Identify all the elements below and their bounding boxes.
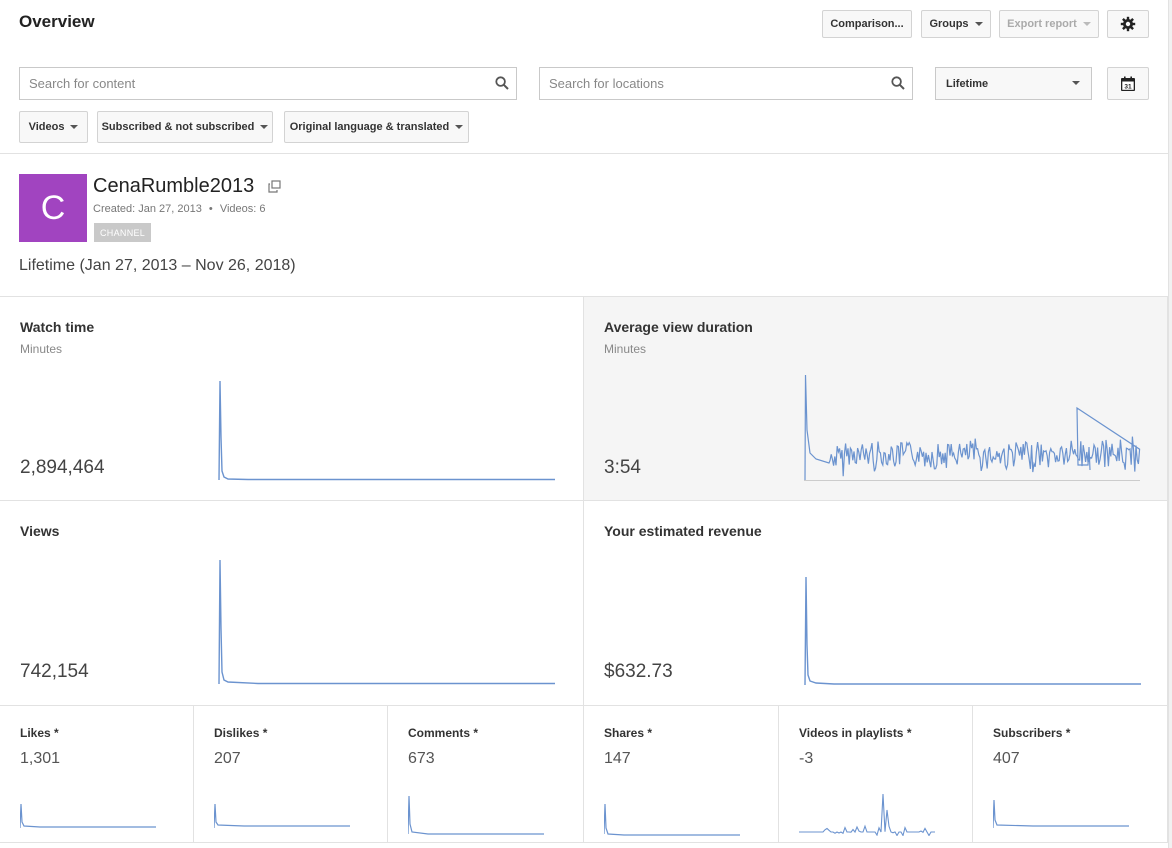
comments-sparkline [408,795,544,835]
calendar-button[interactable]: 31 [1107,67,1149,100]
location-search [539,67,913,100]
subscription-value: Subscribed & not subscribed [101,121,255,133]
toolbar: Overview Comparison... Groups Export rep… [0,0,1168,154]
avg-view-duration-card[interactable]: Average view duration Minutes 3:54 [584,297,1168,501]
metric-label: Likes * [20,726,59,740]
metric-label: Shares * [604,726,653,740]
chevron-down-icon [70,125,79,129]
gear-icon [1120,16,1136,32]
date-range-select[interactable]: Lifetime [935,67,1092,100]
metric-value: 407 [993,750,1020,767]
page-scrollbar-track[interactable] [1168,0,1172,848]
comparison-button[interactable]: Comparison... [822,10,912,38]
date-range-label: Lifetime (Jan 27, 2013 – Nov 26, 2018) [19,257,296,274]
subscription-select[interactable]: Subscribed & not subscribed [97,111,273,143]
revenue-sparkline [804,576,1141,686]
metric-value: 673 [408,750,435,767]
metric-label: Subscribers * [993,726,1071,740]
language-select[interactable]: Original language & translated [284,111,469,143]
playlists-sparkline [799,793,935,836]
metric-value: 2,894,464 [20,457,105,478]
avatar: C [19,174,87,242]
content-type-value: Videos [28,121,65,133]
estimated-revenue-card[interactable]: Your estimated revenue $632.73 [584,501,1168,706]
groups-button[interactable]: Groups [921,10,991,38]
metric-label: Average view duration [604,319,753,335]
metric-label: Videos in playlists * [799,726,912,740]
chevron-down-icon [1082,22,1091,26]
date-range-value: Lifetime [946,77,989,90]
channel-created: Created: Jan 27, 2013 [93,203,202,215]
watch-time-sparkline [218,380,555,481]
chevron-down-icon [260,125,269,129]
views-sparkline [218,559,555,685]
metric-value: 1,301 [20,750,61,767]
channel-badge: CHANNEL [94,223,152,242]
groups-button-label: Groups [929,18,969,30]
metric-unit: Minutes [20,342,63,356]
page-title: Overview [19,12,95,31]
content-search [19,67,517,100]
calendar-icon: 31 [1121,76,1135,91]
export-report-label: Export report [1007,18,1077,30]
location-search-input[interactable] [540,68,912,99]
videos-in-playlists-card[interactable]: Videos in playlists * -3 [779,706,973,843]
avg-duration-sparkline [804,375,1141,481]
content-search-input[interactable] [20,68,516,99]
channel-videos: Videos: 6 [219,203,266,215]
calendar-day: 31 [1124,83,1132,90]
metric-unit: Minutes [604,342,647,356]
settings-button[interactable] [1107,10,1149,38]
metric-value: -3 [799,750,814,767]
dislikes-sparkline [214,803,350,829]
export-report-button[interactable]: Export report [999,10,1099,38]
metric-value: 207 [214,750,241,767]
metric-label: Dislikes * [214,726,268,740]
metric-value: 147 [604,750,631,767]
metric-label: Watch time [20,319,95,335]
shares-sparkline [604,803,740,836]
dislikes-card[interactable]: Dislikes * 207 [194,706,388,843]
search-icon[interactable] [495,76,509,90]
metric-value: 3:54 [604,457,641,478]
likes-sparkline [20,803,156,829]
likes-card[interactable]: Likes * 1,301 [0,706,194,843]
comparison-button-label: Comparison... [830,18,904,30]
channel-meta: Created: Jan 27, 2013 • Videos: 6 [93,203,266,215]
channel-name[interactable]: CenaRumble2013 [93,175,254,198]
shares-card[interactable]: Shares * 147 [584,706,779,843]
metric-value: 742,154 [20,661,89,682]
comments-card[interactable]: Comments * 673 [388,706,584,843]
subscribers-card[interactable]: Subscribers * 407 [973,706,1168,843]
metric-value: $632.73 [604,661,673,682]
metric-label: Your estimated revenue [604,523,762,539]
chevron-down-icon [974,22,983,26]
search-icon[interactable] [891,76,905,90]
subscribers-sparkline [993,799,1129,829]
views-card[interactable]: Views 742,154 [0,501,584,706]
chevron-down-icon [455,125,464,129]
language-value: Original language & translated [289,121,450,133]
meta-separator: • [208,203,213,215]
metric-label: Comments * [408,726,479,740]
content-type-select[interactable]: Videos [19,111,88,143]
channel-header: C CenaRumble2013 Created: Jan 27, 2013 •… [0,155,1168,297]
chevron-down-icon [1072,81,1080,85]
watch-time-card[interactable]: Watch time Minutes 2,894,464 [0,297,584,501]
external-link-icon[interactable] [268,180,281,193]
metric-label: Views [20,523,60,539]
